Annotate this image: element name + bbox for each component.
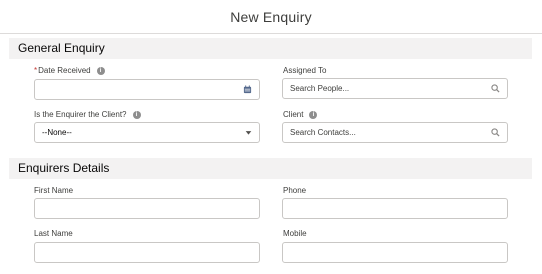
is-enquirer-client-select[interactable]: --None-- xyxy=(34,122,260,143)
mobile-label: Mobile xyxy=(283,229,307,238)
phone-label: Phone xyxy=(283,186,307,195)
phone-input[interactable] xyxy=(282,198,508,219)
date-received-label-text: Date Received xyxy=(38,66,91,75)
assigned-to-placeholder: Search People... xyxy=(290,84,350,93)
search-icon xyxy=(491,84,500,93)
client-label: Client i xyxy=(283,110,318,119)
section-header-general-enquiry[interactable]: General Enquiry xyxy=(9,38,532,59)
is-enquirer-client-label: Is the Enquirer the Client? i xyxy=(34,110,141,119)
modal-title: New Enquiry xyxy=(230,9,312,25)
chevron-down-icon xyxy=(245,131,252,135)
last-name-input[interactable] xyxy=(34,242,260,263)
first-name-input[interactable] xyxy=(34,198,260,219)
mobile-input[interactable] xyxy=(282,242,508,263)
info-icon[interactable]: i xyxy=(309,110,318,119)
date-received-input[interactable] xyxy=(34,79,260,100)
last-name-label: Last Name xyxy=(34,229,73,238)
client-lookup[interactable]: Search Contacts... xyxy=(282,122,508,143)
is-enquirer-client-value: --None-- xyxy=(42,128,72,137)
date-received-label: * Date Received i xyxy=(34,66,105,75)
is-enquirer-client-label-text: Is the Enquirer the Client? xyxy=(34,110,127,119)
info-icon[interactable]: i xyxy=(96,66,105,75)
title-divider xyxy=(0,33,542,34)
search-icon xyxy=(491,128,500,137)
required-asterisk: * xyxy=(34,66,38,75)
assigned-to-label: Assigned To xyxy=(283,66,327,75)
first-name-label: First Name xyxy=(34,186,74,195)
client-label-text: Client xyxy=(283,110,304,119)
assigned-to-lookup[interactable]: Search People... xyxy=(282,78,508,99)
section-header-enquirers-details[interactable]: Enquirers Details xyxy=(9,158,532,179)
info-icon[interactable]: i xyxy=(132,110,141,119)
calendar-icon[interactable] xyxy=(243,85,252,94)
client-placeholder: Search Contacts... xyxy=(290,128,356,137)
